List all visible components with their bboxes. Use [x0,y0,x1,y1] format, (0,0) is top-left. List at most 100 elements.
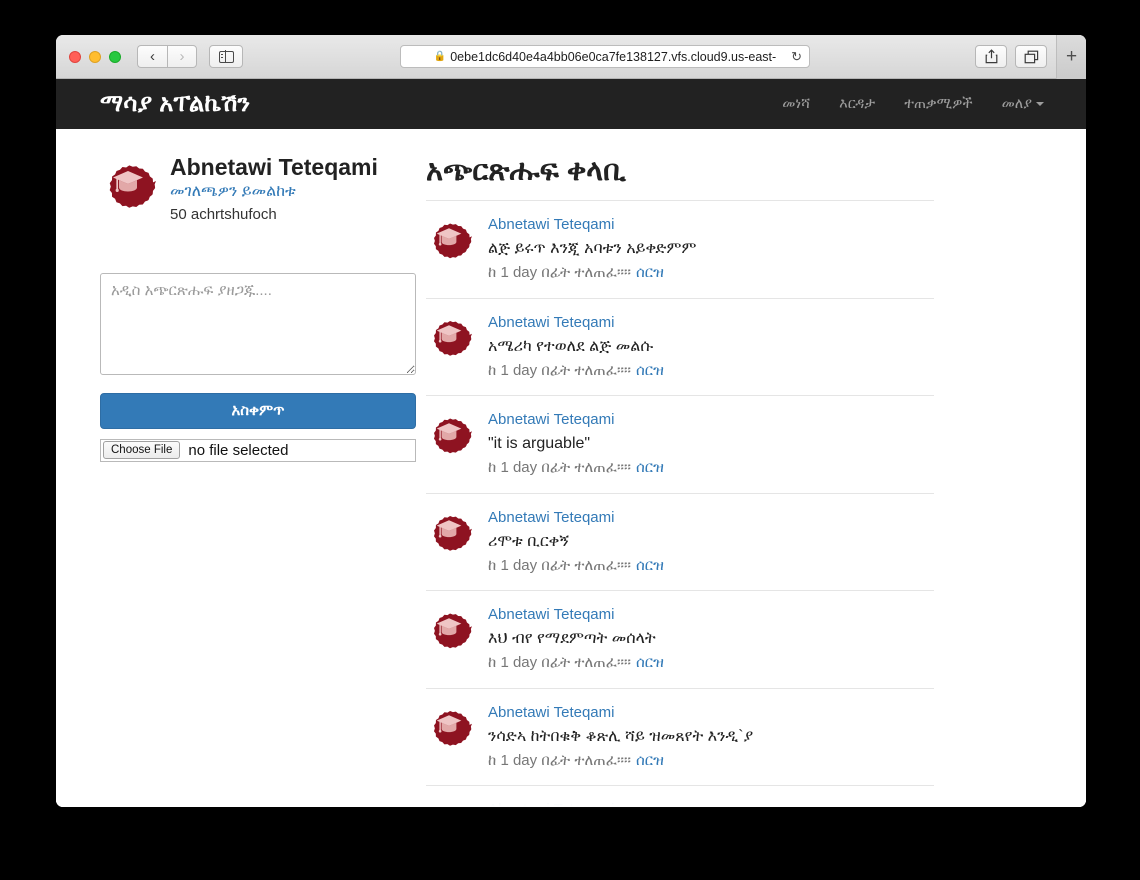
graduation-cap-icon [436,325,462,343]
feed-item-body: Abnetawi Teteqami ንሳድኣ ከትበቁቅ ቆጽሊ ሻይ ዝመጸየት… [488,701,753,772]
feed-item: Abnetawi Teteqami አሜሪካ የተወለደ ልጅ መልሱ ከ 1 da… [426,297,934,396]
micropost-textarea[interactable] [100,272,416,375]
microposts-count: 50 achrtshufoch [170,205,277,223]
feed-item-timestamp: ከ 1 day በፊት ተለጠፈ።። [488,556,631,574]
feed-column: አጭርጽሑፍ ቀላቢ Abnetawi Teteqami ልጅ ይሩጥ እንጂ አ… [418,153,1042,807]
nav-link-home-label: መነሻ [782,96,811,112]
feed-item-user-link[interactable]: Abnetawi Teteqami [488,314,614,331]
chevron-down-icon [1036,102,1044,107]
address-bar-area: 🔒 0ebe1dc6d40e4a4bb06e0ca7fe138127.vfs.c… [243,45,967,68]
share-button[interactable] [975,45,1007,68]
graduation-cap-seal-avatar[interactable] [433,418,472,454]
plus-icon: + [1065,45,1078,67]
graduation-cap-icon [436,228,462,246]
close-window-button[interactable] [69,50,81,63]
nav-link-account[interactable]: መለያ [1002,96,1044,112]
sidebar-icon [218,50,234,63]
maximize-window-button[interactable] [109,50,121,63]
feed-item-user-link[interactable]: Abnetawi Teteqami [488,509,614,526]
graduation-cap-icon [113,171,143,192]
feed-item-meta: ከ 1 day በፊት ተለጠፈ።። ሰርዝ [488,262,696,284]
feed-item-content: አሜሪካ የተወለደ ልጅ መልሱ [488,337,654,355]
feed-item-timestamp: ከ 1 day በፊት ተለጠፈ።። [488,264,631,281]
feed-item-timestamp: ከ 1 day በፊት ተለጠፈ።። [488,654,631,671]
feed-item-content: ሪሞቱ ቢርቀኝ [488,532,569,550]
nav-link-help-label: እርዳታ [839,96,876,112]
feed-item: Abnetawi Teteqami ንሳድኣ ከትበቁቅ ቆጽሊ ሻይ ዝመጸየት… [426,687,934,786]
delete-micropost-link[interactable]: ሰርዝ [636,362,664,379]
feed-item-user-link[interactable]: Abnetawi Teteqami [488,411,614,428]
feed-item-body: Abnetawi Teteqami ልጅ ይሩጥ እንጂ አባቱን አይቀድምም ከ… [488,213,696,284]
nav-link-users[interactable]: ተጠቃሚዎች [904,96,972,112]
nav-link-home[interactable]: መነሻ [782,96,810,112]
graduation-cap-seal-avatar[interactable] [433,223,472,259]
web-page: ማሳያ አፐልኬሽን መነሻ እርዳታ ተጠቃሚዎች መለያ Abnetawi … [56,79,1086,807]
feed-item-user-link[interactable]: Abnetawi Teteqami [488,801,614,807]
graduation-cap-seal-avatar[interactable] [433,613,472,649]
browser-toolbar: ‹ › 🔒 0ebe1dc6d40e4a4bb06e0ca7fe138127.v… [56,35,1086,79]
file-upload-row[interactable]: Choose File no file selected [100,438,416,462]
micropost-composer: አስቀምጥ Choose File no file selected [100,272,416,462]
screenshot-root: ‹ › 🔒 0ebe1dc6d40e4a4bb06e0ca7fe138127.v… [0,0,1140,880]
feed-item-timestamp: ከ 1 day በፊት ተለጠፈ።። [488,361,631,379]
chevron-right-icon: › [179,48,185,65]
user-info-block: Abnetawi Teteqami መገለጫዎን ይመልከቱ 50 achrts… [100,153,404,225]
browser-window: ‹ › 🔒 0ebe1dc6d40e4a4bb06e0ca7fe138127.v… [56,35,1086,807]
url-text: 0ebe1dc6d40e4a4bb06e0ca7fe138127.vfs.clo… [450,49,777,64]
tabs-icon [1024,50,1038,63]
feed-item-meta: ከ 1 day በፊት ተለጠፈ።። ሰርዝ [488,360,664,382]
feed-item-timestamp: ከ 1 day በፊት ተለጠፈ።። [488,751,631,769]
forward-button[interactable]: › [167,45,197,68]
feed-item-content: እህ ብየ የማደምጣት መሰላት [488,630,656,647]
feed-item: Abnetawi Teteqami እህ ብየ የማደምጣት መሰላት ከ 1 da… [426,590,934,688]
delete-micropost-link[interactable]: ሰርዝ [636,654,664,671]
feed-item-body: Abnetawi Teteqamiሳታጥብ ታሰጣሃለች [488,798,614,807]
feed-item-body: Abnetawi Teteqami "it is arguable" ከ 1 day… [488,408,664,479]
show-tabs-button[interactable] [1015,45,1047,68]
sidebar-toggle-button[interactable] [209,45,243,68]
site-navbar: ማሳያ አፐልኬሽን መነሻ እርዳታ ተጠቃሚዎች መለያ [56,79,1086,129]
feed-item-user-link[interactable]: Abnetawi Teteqami [488,704,614,721]
feed-item: Abnetawi Teteqami "it is arguable" ከ 1 day… [426,395,934,493]
post-submit-button[interactable]: አስቀምጥ [100,392,416,429]
feed-item-meta: ከ 1 day በፊት ተለጠፈ።። ሰርዝ [488,555,664,577]
delete-micropost-link[interactable]: ሰርዝ [636,264,664,281]
back-button[interactable]: ‹ [137,45,167,68]
delete-micropost-link[interactable]: ሰርዝ [636,752,664,769]
window-controls [69,50,121,63]
feed-item-body: Abnetawi Teteqami አሜሪካ የተወለደ ልጅ መልሱ ከ 1 da… [488,311,664,382]
user-name: Abnetawi Teteqami [170,154,378,180]
graduation-cap-seal-avatar[interactable] [433,515,472,551]
lock-icon: 🔒 [433,51,447,62]
feed-item-meta: ከ 1 day በፊት ተለጠፈ።። ሰርዝ [488,750,753,772]
choose-file-button[interactable]: Choose File [103,441,181,460]
graduation-cap-seal-avatar [109,165,156,208]
new-tab-button[interactable]: + [1056,35,1086,79]
feed-item-body: Abnetawi Teteqami እህ ብየ የማደምጣት መሰላት ከ 1 da… [488,603,664,674]
feed-item-meta: ከ 1 day በፊት ተለጠፈ።። ሰርዝ [488,457,664,479]
reload-icon[interactable]: ↻ [791,49,802,65]
minimize-window-button[interactable] [89,50,101,63]
feed-item: Abnetawi Teteqami ልጅ ይሩጥ እንጂ አባቱን አይቀድምም ከ… [426,200,934,298]
feed-item-content: "it is arguable" [488,435,591,452]
view-profile-link[interactable]: መገለጫዎን ይመልከቱ [170,183,296,200]
feed-item-meta: ከ 1 day በፊት ተለጠፈ።። ሰርዝ [488,652,664,674]
page-container: Abnetawi Teteqami መገለጫዎን ይመልከቱ 50 achrts… [56,129,1086,807]
toolbar-right-actions: + [967,35,1086,79]
graduation-cap-seal-avatar[interactable] [433,320,472,356]
feed-item-user-link[interactable]: Abnetawi Teteqami [488,606,614,623]
graduation-cap-icon [436,520,462,538]
delete-micropost-link[interactable]: ሰርዝ [636,557,664,574]
graduation-cap-icon [436,618,462,636]
address-bar[interactable]: 🔒 0ebe1dc6d40e4a4bb06e0ca7fe138127.vfs.c… [400,45,810,68]
feed-item-user-link[interactable]: Abnetawi Teteqami [488,216,614,233]
delete-micropost-link[interactable]: ሰርዝ [636,459,664,476]
navigation-buttons: ‹ › [137,45,197,68]
feed-item-content: ንሳድኣ ከትበቁቅ ቆጽሊ ሻይ ዝመጸየት እንዲ`ያ [488,727,754,745]
feed-item-content: ልጅ ይሩጥ እንጂ አባቱን አይቀድምም [488,240,697,257]
site-brand[interactable]: ማሳያ አፐልኬሽን [100,90,250,118]
graduation-cap-seal-avatar[interactable] [433,710,472,746]
graduation-cap-seal-avatar[interactable] [426,798,472,807]
feed-item: Abnetawi Teteqami ሪሞቱ ቢርቀኝ ከ 1 day በፊት ተለጠ… [426,492,934,591]
nav-link-help[interactable]: እርዳታ [839,96,875,112]
